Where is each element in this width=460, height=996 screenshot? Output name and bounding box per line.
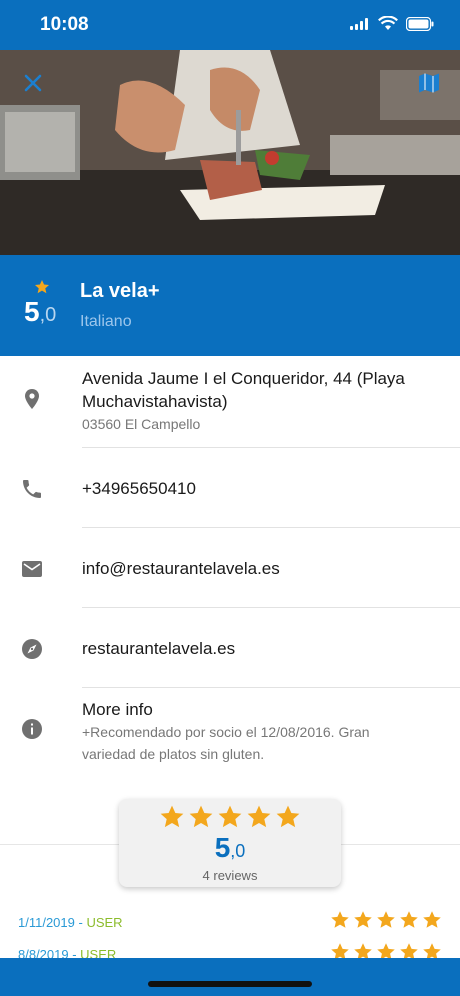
- info-icon: [22, 719, 42, 739]
- restaurant-name: La vela+: [80, 280, 160, 302]
- more-info-line2: variedad de platos sin gluten.: [82, 746, 265, 762]
- bottom-bar: [0, 958, 460, 996]
- star-icon: [331, 911, 349, 928]
- star-icon: [354, 911, 372, 928]
- star-icon: [423, 911, 441, 928]
- close-icon[interactable]: [20, 70, 46, 96]
- address-line2: Muchavistahavista): [82, 392, 228, 411]
- header-rating: 5,0: [24, 296, 56, 328]
- star-icon: [189, 805, 213, 828]
- status-time: 10:08: [40, 14, 89, 35]
- more-info-title: More info: [82, 700, 153, 719]
- hero-image: [0, 50, 460, 255]
- status-icons: [350, 16, 434, 31]
- phone-number: +34965650410: [82, 479, 196, 498]
- header-rating-dec: ,0: [39, 304, 57, 326]
- header-rating-int: 5: [24, 296, 40, 327]
- rating-summary-stars: [159, 804, 301, 830]
- signal-icon: [350, 17, 368, 30]
- compass-icon: [22, 639, 42, 659]
- location-pin-icon: [25, 389, 39, 409]
- review-item[interactable]: 1/11/2019 - USER: [18, 911, 442, 936]
- address-text: Avenida Jaume I el Conqueridor, 44 (Play…: [82, 367, 432, 435]
- address-line1: Avenida Jaume I el Conqueridor, 44 (Play…: [82, 369, 405, 388]
- star-icon: [377, 911, 395, 928]
- website-link: restaurantelavela.es: [82, 639, 236, 658]
- star-icon: [160, 805, 184, 828]
- phone-row[interactable]: +34965650410: [0, 448, 460, 527]
- rating-summary-score-int: 5: [214, 832, 231, 863]
- review-separator: -: [74, 915, 87, 930]
- email-address: info@restaurantelavela.es: [82, 559, 280, 578]
- star-icon: [35, 280, 49, 294]
- more-info-text: More info +Recomendado por socio el 12/0…: [82, 698, 432, 765]
- restaurant-cuisine: Italiano: [80, 313, 132, 330]
- email-row[interactable]: info@restaurantelavela.es: [0, 528, 460, 607]
- review-date: 1/11/2019: [18, 915, 75, 930]
- website-row[interactable]: restaurantelavela.es: [0, 608, 460, 687]
- more-info-row: More info +Recomendado por socio el 12/0…: [0, 688, 460, 778]
- more-info-line1: +Recomendado por socio el 12/08/2016. Gr…: [82, 724, 370, 740]
- address-postal: 03560 El Campello: [82, 416, 201, 432]
- map-icon[interactable]: [418, 72, 440, 94]
- battery-icon: [406, 16, 434, 31]
- star-icon: [247, 805, 271, 828]
- rating-summary-score: 5,0: [119, 832, 341, 864]
- hero-photo: [0, 50, 460, 255]
- phone-icon: [23, 480, 41, 498]
- rating-summary-card[interactable]: 5,0 4 reviews: [119, 799, 341, 887]
- rating-summary-score-dec: ,0: [230, 841, 246, 861]
- restaurant-header: [0, 255, 460, 356]
- review-user: USER: [86, 915, 123, 930]
- star-icon: [218, 805, 242, 828]
- star-icon: [276, 805, 300, 828]
- rating-summary-count: 4 reviews: [202, 868, 258, 883]
- review-stars: [330, 910, 442, 930]
- address-row[interactable]: Avenida Jaume I el Conqueridor, 44 (Play…: [0, 356, 460, 448]
- status-bar: 10:08: [0, 0, 460, 50]
- home-indicator[interactable]: [148, 981, 312, 987]
- star-icon: [400, 911, 418, 928]
- email-icon: [22, 561, 42, 577]
- wifi-icon: [378, 16, 398, 30]
